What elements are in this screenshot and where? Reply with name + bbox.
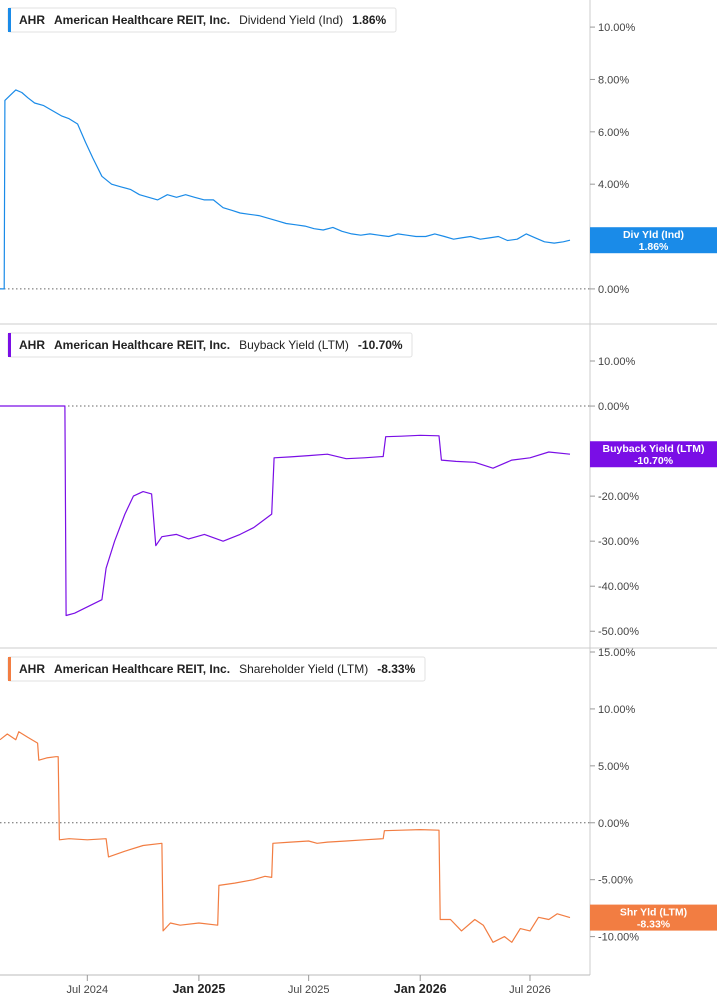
legend-metric: Shareholder Yield (LTM) <box>239 662 368 676</box>
y-tick-label: -50.00% <box>598 626 639 638</box>
x-tick-label: Jul 2025 <box>288 984 330 996</box>
badge-label: Shr Yld (LTM) <box>620 907 687 919</box>
badge-value: -8.33% <box>637 919 671 931</box>
legend-dividend-yield: AHR American Healthcare REIT, Inc. Dividen… <box>7 7 397 33</box>
y-tick-label: 10.00% <box>598 704 636 716</box>
x-tick-label: Jul 2024 <box>67 984 109 996</box>
x-axis: Jul 2024 Jan 2025 Jul 2025 Jan 2026 Jul 2026 <box>0 974 590 996</box>
y-tick-label: -30.00% <box>598 536 639 548</box>
badge-label: Buyback Yield (LTM) <box>603 443 705 455</box>
panel-dividend-yield: 10.00%8.00%6.00%4.00%2.00%0.00%AHRAmeric… <box>0 7 717 325</box>
legend-ticker: AHR <box>19 662 45 676</box>
legend-company: American Healthcare REIT, Inc. <box>54 662 230 676</box>
badge-value: -10.70% <box>634 455 674 467</box>
series-line-buyback-yield <box>0 405 571 617</box>
value-badge-buyback-yield: Buyback Yield (LTM)-10.70% <box>590 441 717 468</box>
y-tick-label: 4.00% <box>598 179 629 191</box>
legend-ticker: AHR <box>19 13 45 27</box>
y-tick-label: 10.00% <box>598 356 636 368</box>
legend-color-swatch <box>8 333 11 357</box>
y-tick-label: 0.00% <box>598 284 629 296</box>
legend-metric: Buyback Yield (LTM) <box>239 338 349 352</box>
chart-root: 10.00%8.00%6.00%4.00%2.00%0.00%AHRAmeric… <box>0 0 717 996</box>
series-line-shareholder-yield <box>0 731 571 943</box>
legend-value: -8.33% <box>377 662 415 676</box>
legend-text: AHR American Healthcare REIT, Inc. Dividen… <box>19 13 386 27</box>
y-tick-label: -40.00% <box>598 581 639 593</box>
legend-metric: Dividend Yield (Ind) <box>239 13 343 27</box>
x-tick-label: Jul 2026 <box>509 984 551 996</box>
legend-ticker: AHR <box>19 338 45 352</box>
panel-buyback-yield: 10.00% 0.00% -20.00% -30.00% -40.00% -50.00% A… <box>0 332 717 649</box>
legend-company: American Healthcare REIT, Inc. <box>54 13 230 27</box>
legend-color-swatch <box>8 8 11 32</box>
badge-label: Div Yld (Ind) <box>623 229 684 241</box>
y-tick-label: 0.00% <box>598 818 629 830</box>
y-tick-label: 0.00% <box>598 401 629 413</box>
legend-value: 1.86% <box>352 13 386 27</box>
badge-value: 1.86% <box>639 241 669 253</box>
legend-buyback-yield: AHR American Healthcare REIT, Inc. Buyback… <box>7 332 413 358</box>
y-tick-label: 15.00% <box>598 647 636 659</box>
legend-color-swatch <box>8 657 11 681</box>
y-tick-label: 8.00% <box>598 74 629 86</box>
x-tick-label: Jan 2026 <box>394 982 447 996</box>
legend-text: AHR American Healthcare REIT, Inc. Buyback… <box>19 338 403 352</box>
value-badge-shareholder-yield: Shr Yld (LTM)-8.33% <box>590 904 717 931</box>
y-tick-label: -20.00% <box>598 491 639 503</box>
legend-shareholder-yield: AHR American Healthcare REIT, Inc. Shareho… <box>7 656 426 682</box>
y-tick-label: 5.00% <box>598 761 629 773</box>
y-tick-label: 6.00% <box>598 127 629 139</box>
legend-company: American Healthcare REIT, Inc. <box>54 338 230 352</box>
panel-shareholder-yield: 15.00% 10.00% 5.00% 0.00% -5.00% -10.00% AHR Am… <box>0 647 717 944</box>
y-tick-label: -5.00% <box>598 875 633 887</box>
y-tick-label: -10.00% <box>598 932 639 944</box>
x-tick-label: Jan 2025 <box>172 982 225 996</box>
legend-text: AHR American Healthcare REIT, Inc. Shareho… <box>19 662 416 676</box>
y-tick-label: 10.00% <box>598 22 636 34</box>
legend-value: -10.70% <box>358 338 403 352</box>
series-line-dividend-yield <box>0 89 571 290</box>
value-badge-dividend-yield: Div Yld (Ind)1.86% <box>590 227 717 254</box>
